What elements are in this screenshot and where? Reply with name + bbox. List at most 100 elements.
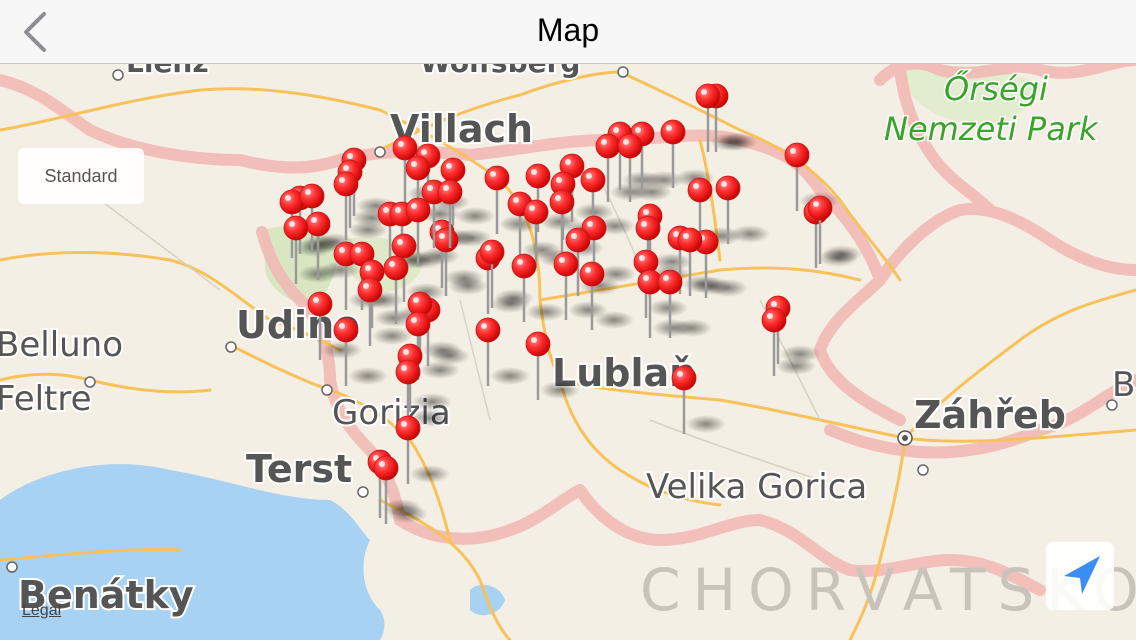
map-pin-head	[511, 253, 537, 279]
map-pin-head	[395, 415, 421, 441]
label-orsegi: Őrségi	[944, 69, 1048, 108]
map-pin-head	[440, 157, 466, 183]
map-pin-highlight	[613, 127, 619, 133]
capital-marker-dot	[902, 435, 908, 441]
pin-shadow	[776, 357, 816, 375]
map-pin-highlight	[355, 247, 361, 253]
pin-shadow	[494, 289, 534, 307]
label-belluno: Belluno	[0, 325, 123, 365]
map-pin-highlight	[635, 127, 641, 133]
pin-shadow	[692, 277, 732, 295]
label-nemzeti-park: Nemzeti Park	[884, 110, 1099, 148]
map-pin-highlight	[389, 261, 395, 267]
pin-shadow	[455, 207, 495, 225]
map-pin-highlight	[663, 275, 669, 281]
map-pin-head	[580, 167, 606, 193]
map-pin-highlight	[411, 161, 417, 167]
pin-shadow	[348, 221, 388, 239]
map-pin-highlight	[771, 301, 777, 307]
map-pin-head	[784, 142, 810, 168]
map-pin-head	[437, 179, 463, 205]
pin-shadow	[540, 381, 580, 399]
map-pin-highlight	[398, 141, 404, 147]
map-pin-highlight	[383, 207, 389, 213]
map-pin-highlight	[693, 183, 699, 189]
map-pin-highlight	[401, 421, 407, 427]
map-pin-highlight	[339, 323, 345, 329]
map-pin-head	[305, 211, 331, 237]
page-title: Map	[536, 12, 600, 48]
map-pin-highlight	[421, 149, 427, 155]
pin-shadow	[410, 465, 450, 483]
map-pin-highlight	[639, 255, 645, 261]
legal-link[interactable]: Legal	[22, 602, 61, 620]
map-pin-highlight	[641, 221, 647, 227]
map-pin-highlight	[439, 233, 445, 239]
map-pin-highlight	[587, 221, 593, 227]
map-pin-highlight	[677, 371, 683, 377]
pin-shadow	[448, 277, 488, 295]
map-pin-highlight	[411, 203, 417, 209]
map-pin-highlight	[531, 337, 537, 343]
map-pin-highlight	[767, 313, 773, 319]
pin-shadow	[372, 327, 412, 345]
pin-shadow	[730, 225, 770, 243]
map-pin-head	[391, 233, 417, 259]
map-view[interactable]: Lienz Wolfsberg Villach Udine Belluno Fe…	[0, 0, 1136, 640]
pin-shadow	[686, 415, 726, 433]
map-pin-highlight	[401, 365, 407, 371]
map-pin-head	[525, 331, 551, 357]
location-arrow-icon	[1064, 556, 1100, 594]
map-pin-highlight	[397, 239, 403, 245]
map-pin-head	[395, 359, 421, 385]
pin-shadow	[420, 361, 460, 379]
map-pin-highlight	[339, 177, 345, 183]
map-pin-head	[671, 365, 697, 391]
map-pin-highlight	[403, 349, 409, 355]
map-pin-highlight	[485, 245, 491, 251]
map-pin-head	[373, 455, 399, 481]
pin-shadow	[526, 303, 566, 321]
map-pin-highlight	[517, 259, 523, 265]
map-pin-head	[307, 291, 333, 317]
map-pin-head	[761, 307, 787, 333]
map-pin-highlight	[559, 257, 565, 263]
map-pin-head	[333, 317, 359, 343]
map-pin-highlight	[721, 181, 727, 187]
map-pin-highlight	[347, 153, 353, 159]
map-pin-highlight	[413, 297, 419, 303]
locate-me-button[interactable]	[1046, 542, 1114, 610]
map-pin-head	[405, 311, 431, 337]
map-pin-highlight	[481, 323, 487, 329]
map-pin-highlight	[363, 283, 369, 289]
map-pin-highlight	[365, 265, 371, 271]
map-type-selector[interactable]: Standard	[18, 148, 144, 204]
map-pin-highlight	[555, 195, 561, 201]
map-pin-highlight	[311, 217, 317, 223]
map-pin-highlight	[411, 317, 417, 323]
map-pin-highlight	[305, 189, 311, 195]
map-pin-highlight	[643, 275, 649, 281]
map-pin-head	[333, 171, 359, 197]
map-pin-head	[565, 227, 591, 253]
pin-shadow	[322, 341, 362, 359]
map-pin-highlight	[443, 185, 449, 191]
pin-shadow	[672, 319, 712, 337]
map-pin-head	[299, 183, 325, 209]
pin-shadow	[388, 505, 428, 523]
pin-shadow	[822, 245, 862, 263]
map-pin-highlight	[343, 165, 349, 171]
map-pin-highlight	[556, 177, 562, 183]
map-pin-head	[807, 195, 833, 221]
label-velika-gorica: Velika Gorica	[646, 467, 867, 507]
map-pin-highlight	[529, 205, 535, 211]
map-pin-head	[553, 251, 579, 277]
map-pin-head	[657, 269, 683, 295]
map-pin-head	[523, 199, 549, 225]
map-pin-head	[405, 155, 431, 181]
map-pin-highlight	[446, 163, 452, 169]
label-b-edge: B	[1112, 365, 1135, 405]
label-zagreb: Záhřeb	[914, 393, 1066, 437]
map-pin-highlight	[701, 89, 707, 95]
map-pin-head	[357, 277, 383, 303]
